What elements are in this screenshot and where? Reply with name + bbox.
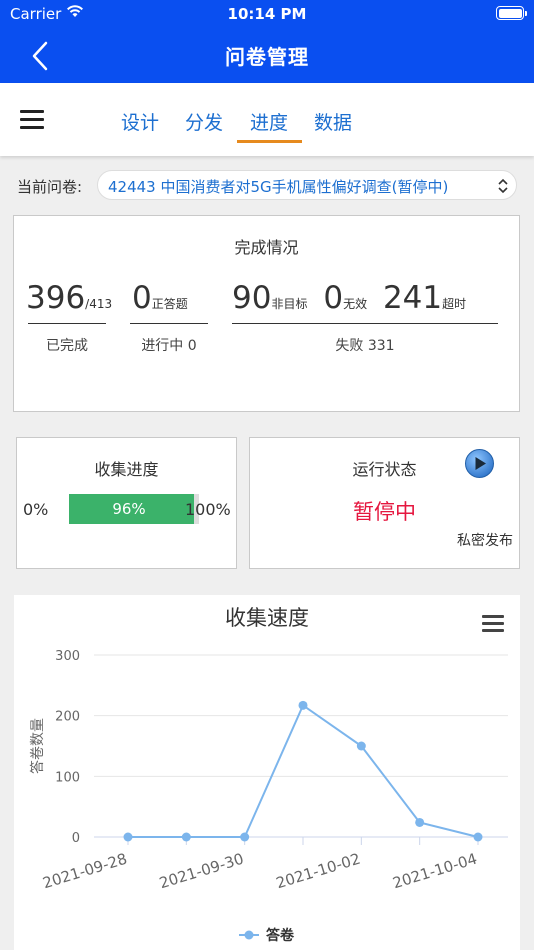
play-icon[interactable] (464, 448, 495, 479)
progress-min-label: 0% (23, 500, 49, 519)
survey-select[interactable]: 42443 中国消费者对5G手机属性偏好调查(暂停中) (97, 170, 517, 200)
tab-progress[interactable]: 进度 (250, 108, 288, 135)
legend-label: 答卷 (266, 927, 295, 944)
completion-card: 完成情况 396/413 已完成 0正答题 进行中 0 90非目标 0无效 24… (13, 215, 520, 412)
correct-label: 正答题 (151, 297, 188, 311)
chart-svg: 收集速度 0 100 200 300 答卷数量 2021-09-28 2021-09-30 20… (29, 606, 508, 944)
completed-count: 396/413 (26, 280, 113, 316)
survey-selector-label: 当前问卷: (17, 178, 83, 196)
progress-value-label: 96% (112, 500, 146, 518)
hamburger-menu-icon[interactable] (20, 110, 44, 130)
total-count: /413 (85, 297, 113, 311)
failure-breakdown: 90非目标 0无效 241超时 (232, 280, 466, 316)
completed-caption: 已完成 (46, 338, 88, 354)
collection-progress-card: 收集进度 0% 96% 100% (16, 437, 237, 569)
collection-speed-chart: 收集速度 0 100 200 300 答卷数量 2021-09-28 2021-09-30 20… (14, 595, 520, 950)
y-tick-label: 100 (55, 770, 80, 785)
correct-count: 0正答题 (132, 280, 188, 316)
x-tick-label: 2021-10-04 (391, 850, 480, 893)
y-tick-label: 0 (72, 831, 80, 846)
failed-caption: 失败 331 (335, 338, 395, 354)
tab-distribute[interactable]: 分发 (185, 108, 223, 135)
chart-menu-icon[interactable] (482, 615, 504, 633)
tab-data[interactable]: 数据 (314, 108, 352, 135)
y-axis-label: 答卷数量 (29, 718, 46, 774)
x-tick-label: 2021-09-30 (157, 850, 246, 893)
completion-title: 完成情况 (234, 238, 299, 257)
updown-chevron-icon (498, 178, 508, 194)
x-tick-label: 2021-10-02 (274, 850, 363, 893)
non-target-label: 非目标 (271, 297, 308, 311)
y-tick-label: 200 (55, 710, 80, 725)
battery-icon (496, 6, 527, 20)
run-status-value: 暂停中 (353, 500, 416, 524)
x-tick-label: 2021-09-28 (41, 850, 130, 893)
data-point (123, 832, 133, 842)
active-tab-indicator (237, 140, 302, 143)
app-header: Carrier 10:14 PM 问卷管理 (0, 0, 534, 83)
tab-design[interactable]: 设计 (121, 108, 159, 135)
status-time: 10:14 PM (227, 5, 307, 23)
progress-bar: 96% (69, 494, 199, 524)
data-point (298, 700, 308, 710)
invalid-count: 0 (323, 280, 344, 316)
y-tick-label: 300 (55, 649, 80, 664)
invalid-label: 无效 (343, 297, 368, 311)
data-point (181, 832, 191, 842)
page-title: 问卷管理 (225, 45, 309, 69)
run-status-card: 运行状态 暂停中 私密发布 (249, 437, 520, 569)
data-point (356, 741, 366, 751)
status-bar: Carrier 10:14 PM (0, 0, 534, 28)
survey-select-value: 42443 中国消费者对5G手机属性偏好调查(暂停中) (108, 178, 449, 196)
data-point (240, 832, 250, 842)
chart-title: 收集速度 (225, 606, 309, 630)
data-point (473, 832, 483, 842)
non-target-count: 90 (232, 280, 272, 316)
timeout-count: 241 (382, 280, 443, 316)
tab-bar: 设计 分发 进度 数据 (0, 83, 534, 156)
publish-mode-label: 私密发布 (457, 533, 513, 549)
legend-marker (244, 930, 254, 940)
progress-title: 收集进度 (94, 460, 159, 479)
progress-max-label: 100% (185, 500, 231, 519)
data-point (415, 817, 425, 827)
timeout-label: 超时 (442, 297, 467, 311)
survey-selector-row: 当前问卷: 42443 中国消费者对5G手机属性偏好调查(暂停中) (0, 168, 534, 200)
in-progress-caption: 进行中 0 (141, 338, 197, 354)
series-line (128, 703, 479, 838)
